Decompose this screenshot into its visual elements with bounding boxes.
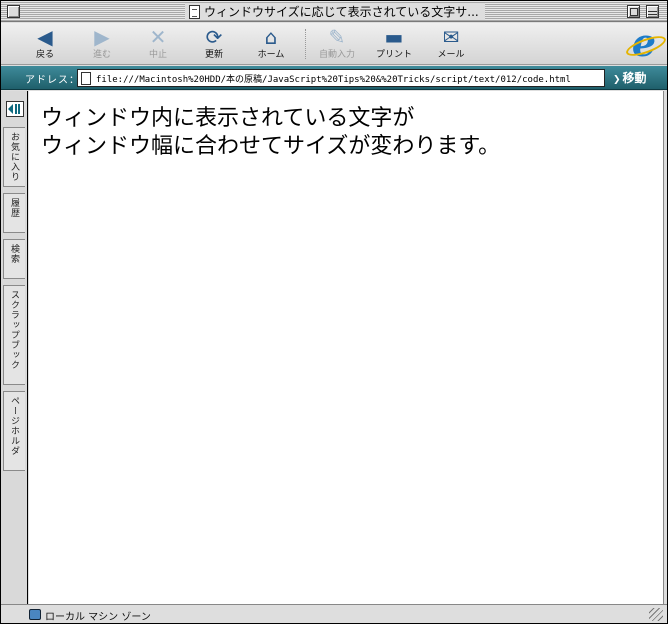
- go-arrow-icon: ❯: [613, 75, 621, 85]
- refresh-button[interactable]: ⟳ 更新: [186, 25, 242, 63]
- right-edge: [663, 91, 667, 604]
- back-label: 戻る: [35, 50, 54, 60]
- toolbar-separator: [305, 29, 307, 59]
- computer-zone-icon: [29, 609, 41, 620]
- forward-button[interactable]: ▶ 進む: [74, 25, 130, 63]
- explorer-toggle-icon[interactable]: [6, 101, 24, 117]
- content-line-2: ウィンドウ幅に合わせてサイズが変わります。: [41, 134, 501, 159]
- home-button[interactable]: ⌂ ホーム: [243, 25, 299, 63]
- go-label: 移動: [622, 71, 647, 85]
- page-content: ウィンドウ内に表示されている文字が ウィンドウ幅に合わせてサイズが変わります。: [29, 91, 663, 604]
- window-title: ウィンドウサイズに応じて表示されている文字サ...: [204, 5, 479, 19]
- tab-history-label: 履歴: [9, 198, 19, 218]
- zoom-box-button[interactable]: [627, 5, 640, 18]
- tab-favorites[interactable]: お気に入り: [3, 127, 25, 187]
- print-label: プリント: [375, 50, 412, 60]
- mail-label: メール: [437, 50, 465, 60]
- printer-icon: ▬: [384, 25, 404, 49]
- tab-page-holder[interactable]: ページホルダ: [3, 391, 25, 471]
- stop-label: 中止: [148, 50, 167, 60]
- tab-search-label: 検索: [9, 244, 19, 264]
- refresh-icon: ⟳: [205, 25, 223, 49]
- status-bar: ローカル マシン ゾーン: [1, 604, 667, 623]
- home-icon: ⌂: [264, 25, 278, 49]
- stop-button[interactable]: ✕ 中止: [130, 25, 186, 63]
- resize-grip-icon[interactable]: [649, 608, 663, 621]
- zone-text: ローカル マシン ゾーン: [45, 612, 151, 623]
- refresh-label: 更新: [204, 50, 223, 60]
- mail-button[interactable]: ✉ メール: [423, 25, 479, 63]
- explorer-bar: お気に入り 履歴 検索 スクラップブック ページホルダ: [1, 91, 28, 604]
- autofill-pen-icon: ✎: [328, 25, 346, 49]
- tab-history[interactable]: 履歴: [3, 193, 25, 233]
- print-button[interactable]: ▬ プリント: [366, 25, 422, 63]
- title-bar[interactable]: ウィンドウサイズに応じて表示されている文字サ...: [1, 1, 667, 22]
- ie-logo-icon[interactable]: e: [625, 24, 663, 63]
- address-label: アドレス：: [25, 75, 80, 86]
- tab-page-holder-label: ページホルダ: [9, 396, 19, 456]
- title-wrap: ウィンドウサイズに応じて表示されている文字サ...: [185, 3, 485, 20]
- forward-label: 進む: [92, 50, 111, 60]
- address-bar: アドレス： file:///Macintosh%20HDD/本の原稿/JavaS…: [1, 66, 667, 90]
- stop-x-icon: ✕: [149, 25, 167, 49]
- close-box-button[interactable]: [7, 5, 20, 18]
- browser-window: ウィンドウサイズに応じて表示されている文字サ... ◀ 戻る ▶ 進む ✕ 中止…: [0, 0, 668, 624]
- toolbar: ◀ 戻る ▶ 進む ✕ 中止 ⟳ 更新 ⌂ ホーム ✎ 自動入力 ▬ プリント …: [1, 23, 667, 65]
- address-url[interactable]: file:///Macintosh%20HDD/本の原稿/JavaScript%…: [96, 72, 571, 85]
- tab-favorites-label: お気に入り: [9, 132, 19, 182]
- content-line-1: ウィンドウ内に表示されている文字が: [41, 106, 415, 131]
- collapse-box-button[interactable]: [646, 5, 659, 18]
- tab-scrapbook-label: スクラップブック: [9, 290, 19, 370]
- tab-scrapbook[interactable]: スクラップブック: [3, 285, 25, 385]
- back-arrow-icon: ◀: [37, 25, 53, 49]
- back-button[interactable]: ◀ 戻る: [17, 25, 73, 63]
- home-label: ホーム: [257, 50, 285, 60]
- address-field[interactable]: file:///Macintosh%20HDD/本の原稿/JavaScript%…: [77, 69, 605, 87]
- tab-search[interactable]: 検索: [3, 239, 25, 279]
- document-icon: [189, 4, 200, 19]
- autofill-label: 自動入力: [318, 50, 355, 60]
- forward-arrow-icon: ▶: [94, 25, 110, 49]
- page-document-icon[interactable]: [81, 71, 91, 85]
- mail-icon: ✉: [442, 25, 460, 49]
- autofill-button[interactable]: ✎ 自動入力: [309, 25, 365, 63]
- go-button[interactable]: ❯ 移動: [613, 69, 665, 87]
